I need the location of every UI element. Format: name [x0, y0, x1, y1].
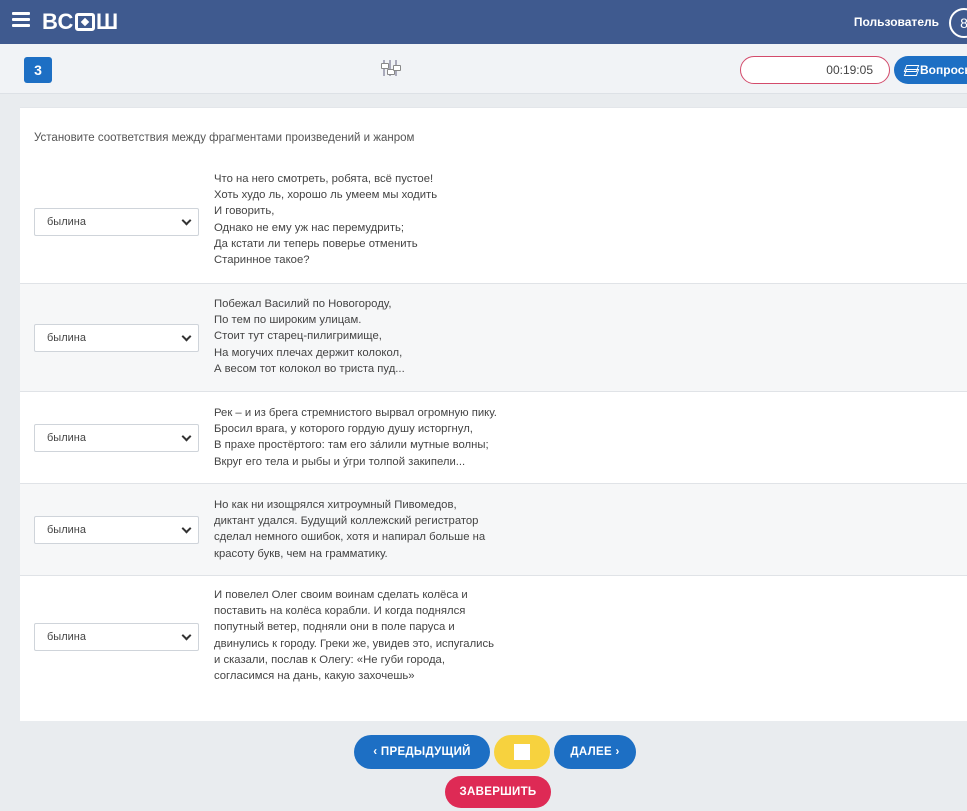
fragment-line: поставить на колёса корабли. И когда под… [214, 605, 466, 618]
fragment-line: Стоит тут старец-пилигримище, [214, 330, 382, 343]
menu-icon[interactable] [12, 12, 30, 30]
fragment-line: красоту букв, чем на грамматику. [214, 547, 388, 560]
match-row: былина Побежал Василий по Новогороду, По … [20, 283, 967, 391]
fragment-text: Что на него смотреть, робята, всё пустое… [214, 171, 437, 268]
fragment-line: двинулись к городу. Греки же, увидев это… [214, 637, 495, 650]
user-label[interactable]: Пользователь [854, 15, 939, 29]
fragment-line: По тем по широким улицам. [214, 314, 362, 327]
fragment-line: Старинное такое? [214, 254, 310, 267]
genre-select[interactable]: былина [34, 324, 199, 352]
match-row: былина И повелел Олег своим воинам сдела… [20, 575, 967, 722]
toolbar: 3 00:19:05 Вопросы [0, 44, 967, 94]
chevron-down-icon [181, 523, 192, 534]
question-panel: Установите соответствия между фрагментам… [20, 107, 967, 721]
fragment-line: Хоть худо ль, хорошо ль умеем мы ходить [214, 189, 438, 202]
chevron-down-icon [181, 630, 192, 641]
fragment-line: диктант удался. Будущий коллежский регис… [214, 515, 479, 528]
fragment-line: Рек – и из брега стремнистого вырвал огр… [214, 407, 497, 419]
match-row: былина Что на него смотреть, робята, всё… [20, 160, 967, 283]
logo-text-right: Ш [95, 9, 119, 34]
logo-emblem-icon [74, 13, 95, 31]
genre-select[interactable]: былина [34, 424, 199, 452]
fragment-line: и сказали, послав к Олегу: «Не губи горо… [214, 653, 445, 666]
sliders-icon[interactable] [380, 58, 401, 78]
timer: 00:19:05 [740, 56, 890, 84]
fragment-line: попутный ветер, подняли они в поле парус… [214, 621, 455, 634]
next-button[interactable]: ДАЛЕЕ › [554, 735, 636, 769]
question-number-badge[interactable]: 3 [24, 57, 52, 83]
fragment-line: согласимся на дань, какую захочешь» [214, 670, 415, 683]
chevron-down-icon [181, 331, 192, 342]
logo[interactable]: ВС Ш [42, 9, 119, 35]
genre-select-value: былина [47, 432, 86, 444]
fragment-line: Однако не ему уж нас перемудрить; [214, 221, 405, 234]
layers-icon [904, 65, 918, 75]
mark-question-button[interactable] [494, 735, 550, 769]
match-row: былина Рек – и из брега стремнистого выр… [20, 391, 967, 483]
fragment-line: Что на него смотреть, робята, всё пустое… [214, 173, 434, 185]
previous-button[interactable]: ‹ ПРЕДЫДУЩИЙ [354, 735, 490, 769]
fragment-line: Бросил врага, у которого гордую душу ист… [214, 423, 473, 436]
logo-text-left: ВС [42, 9, 74, 34]
chevron-down-icon [181, 215, 192, 226]
genre-select[interactable]: былина [34, 516, 199, 544]
fragment-text: Побежал Василий по Новогороду, По тем по … [214, 296, 405, 377]
genre-select-value: былина [47, 216, 86, 228]
top-bar: ВС Ш Пользователь 8 [0, 0, 967, 44]
match-row: былина Но как ни изощрялся хитроумный Пи… [20, 483, 967, 575]
genre-select-value: былина [47, 631, 86, 643]
chevron-down-icon [181, 431, 192, 442]
genre-select-value: былина [47, 524, 86, 536]
fragment-line: Вкруг его тела и рыбы и у́гри толпой зак… [214, 455, 466, 468]
genre-select[interactable]: былина [34, 623, 199, 651]
genre-select-value: былина [47, 332, 86, 344]
fragment-text: И повелел Олег своим воинам сделать колё… [214, 587, 494, 684]
fragment-line: И говорить, [214, 205, 275, 218]
finish-button[interactable]: ЗАВЕРШИТЬ [445, 776, 551, 808]
fragment-line: А весом тот колокол во триста пуд... [214, 362, 405, 375]
fragment-line: Да кстати ли теперь поверье отменить [214, 237, 418, 250]
navigation-footer: ‹ ПРЕДЫДУЩИЙ ДАЛЕЕ › ЗАВЕРШИТЬ [20, 721, 967, 811]
fragment-line: В прахе простёртого: там его за́лили мут… [214, 439, 489, 452]
questions-button-label: Вопросы [920, 63, 967, 77]
fragment-text: Рек – и из брега стремнистого вырвал огр… [214, 405, 497, 470]
square-icon [514, 744, 530, 760]
fragment-line: Но как ни изощрялся хитроумный Пивомедов… [214, 499, 457, 511]
question-instruction: Установите соответствия между фрагментам… [34, 132, 415, 144]
genre-select[interactable]: былина [34, 208, 199, 236]
fragment-line: сделал немного ошибок, хотя и напирал бо… [214, 531, 486, 544]
fragment-line: И повелел Олег своим воинам сделать колё… [214, 589, 468, 601]
fragment-line: На могучих плечах держит колокол, [214, 346, 403, 359]
fragment-text: Но как ни изощрялся хитроумный Пивомедов… [214, 497, 485, 562]
fragment-line: Побежал Василий по Новогороду, [214, 298, 392, 310]
user-avatar-icon[interactable]: 8 [949, 8, 967, 38]
questions-button[interactable]: Вопросы [894, 56, 967, 84]
